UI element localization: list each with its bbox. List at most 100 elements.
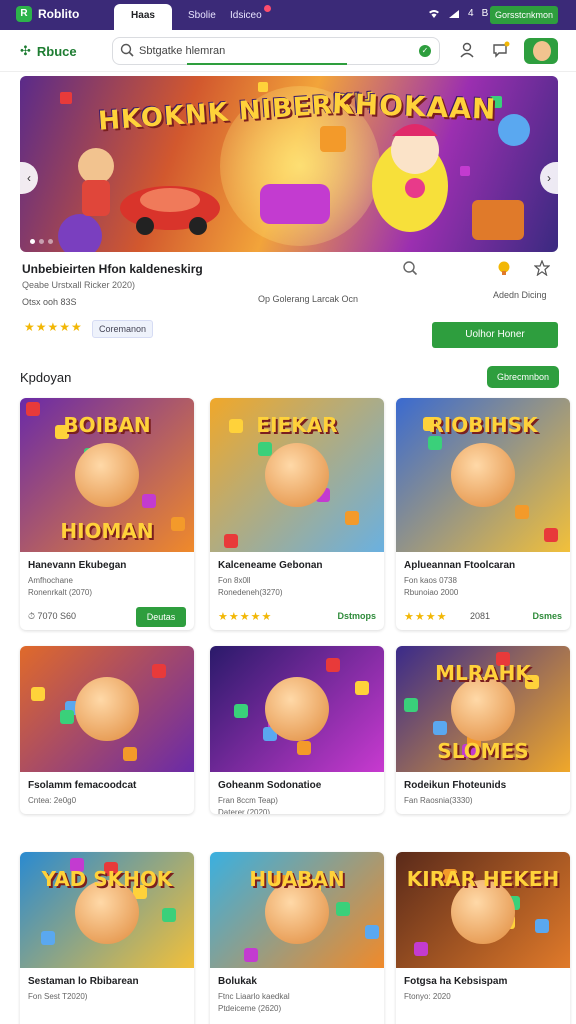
cube-decoration <box>544 528 558 542</box>
game-card[interactable]: BOIBAN HIOMAN Hanevann Ekubegan Amfhochane R… <box>20 398 194 630</box>
game-title[interactable]: Fsolamm femacoodcat <box>28 780 136 791</box>
game-thumbnail[interactable]: RIOBIHSK <box>396 398 570 552</box>
game-card[interactable]: Goheanm Sodonatioe Fran 8ccm Teap) Daterer… <box>210 646 384 814</box>
brand[interactable]: R Roblito <box>16 6 79 22</box>
featured-meta: Otsx ooh 83S <box>22 297 77 307</box>
avatar[interactable] <box>524 38 558 64</box>
badge-icon[interactable] <box>496 260 512 276</box>
check-icon[interactable]: ✓ <box>419 45 431 57</box>
game-subtitle: Fran 8ccm Teap) <box>218 796 278 805</box>
cube-decoration <box>297 741 311 755</box>
game-title[interactable]: Kalceneame Gebonan <box>218 560 322 571</box>
game-thumbnail[interactable] <box>20 646 194 772</box>
game-action-button[interactable]: Deutas <box>136 607 186 627</box>
section-title: Kpdoyan <box>20 370 72 385</box>
game-action-link[interactable]: Dsmes <box>532 611 562 621</box>
character-art <box>75 677 139 741</box>
status-indicators: 4 B <box>428 8 488 19</box>
signal-icon <box>449 9 459 18</box>
notification-dot-icon <box>263 5 271 12</box>
game-thumbnail[interactable]: MLRAHK SLOMES <box>396 646 570 772</box>
featured-right-top: Adedn <box>493 290 520 300</box>
game-card[interactable]: Fsolamm femacoodcatCntea: 2e0g0⏱ 20 ano … <box>20 646 194 814</box>
game-subtitle-secondary: Rbunoiao 2000 <box>404 588 459 597</box>
tab-third-label: Idsiceo <box>230 10 262 21</box>
cube-decoration <box>404 698 418 712</box>
game-card[interactable]: YAD SKHOK Sestaman lo Rbibarean Fon Sest T… <box>20 852 194 1024</box>
cube-decoration <box>31 687 45 701</box>
thumbnail-title-bottom: HIOMAN <box>60 519 154 543</box>
search-icon <box>120 43 134 57</box>
game-thumbnail[interactable]: EIEKAR <box>210 398 384 552</box>
game-card[interactable]: EIEKAR Kalceneame Gebonan Fon 8x0ll Roneden… <box>210 398 384 630</box>
install-button[interactable]: Gorsstcnkmon <box>490 6 558 24</box>
game-thumbnail[interactable] <box>210 646 384 772</box>
game-title[interactable]: Aplueannan Ftoolcaran <box>404 560 515 571</box>
game-subtitle: Amfhochane <box>28 576 73 585</box>
featured-subtitle: Qeabe Urstxall Ricker 2020) <box>22 280 136 290</box>
cube-decoration <box>60 710 74 724</box>
thumbnail-title-top: BOIBAN <box>63 413 151 437</box>
game-thumbnail[interactable]: HUABAN <box>210 852 384 968</box>
tab-third[interactable]: Idsiceo <box>220 4 281 30</box>
character-art <box>265 443 329 507</box>
brand-logo-icon: R <box>16 6 32 22</box>
cube-decoration <box>258 442 272 456</box>
game-subtitle: Cntea: 2e0g0 <box>28 796 77 805</box>
featured-rating: ★★★★★ <box>24 320 83 334</box>
section-button[interactable]: Gbrecmnbon <box>487 366 559 388</box>
game-title[interactable]: Hanevann Ekubegan <box>28 560 126 571</box>
game-title[interactable]: Fotgsa ha Kebsispam <box>404 976 507 987</box>
game-title[interactable]: Sestaman lo Rbibarean <box>28 976 139 987</box>
search-icon[interactable] <box>402 260 418 276</box>
game-thumbnail[interactable]: KIRAR HEKEH <box>396 852 570 968</box>
search-bar[interactable]: ✓ <box>112 37 440 65</box>
featured-right-bottom: Dicing <box>521 290 547 300</box>
clock-icon: ⏱ <box>28 611 38 621</box>
search-input[interactable] <box>139 42 399 60</box>
hero-banner[interactable]: HKOKNK NIBERRH KHOKAAN ‹ › <box>20 76 558 252</box>
tab-second[interactable]: Sbolie <box>178 4 226 30</box>
thumbnail-title-top: HUABAN <box>249 867 345 891</box>
brand-name: Roblito <box>38 7 80 21</box>
character-art <box>75 443 139 507</box>
cube-decoration <box>142 494 156 508</box>
user-icon[interactable] <box>458 41 476 59</box>
chat-icon[interactable] <box>492 41 510 59</box>
game-thumbnail[interactable]: BOIBAN HIOMAN <box>20 398 194 552</box>
game-card[interactable]: KIRAR HEKEH Fotgsa ha Kebsispam Ftonyo: 20… <box>396 852 570 1024</box>
thumbnail-title-top: EIEKAR <box>256 413 338 437</box>
featured-tag[interactable]: Coremanon <box>92 320 154 338</box>
featured-action-button[interactable]: Uolhor Honer <box>432 322 558 348</box>
star-outline-icon[interactable] <box>534 260 550 276</box>
cube-decoration <box>41 931 55 945</box>
cube-decoration <box>162 908 176 922</box>
thumbnail-title-top: MLRAHK <box>435 661 531 685</box>
game-title[interactable]: Rodeikun Fhoteunids <box>404 780 506 791</box>
game-rating: ★★★★★ <box>218 611 273 623</box>
game-subtitle: Ftonyo: 2020 <box>404 992 451 1001</box>
cube-decoration <box>234 704 248 718</box>
cube-decoration <box>123 747 137 761</box>
avatar-face <box>533 41 551 61</box>
cube-decoration <box>244 948 258 962</box>
character-art <box>451 677 515 741</box>
thumbnail-title-bottom: SLOMES <box>437 739 529 763</box>
game-subtitle: Fan Raosnia(3330) <box>404 796 473 805</box>
home-link[interactable]: ✣ Rbuce <box>20 43 77 59</box>
game-title[interactable]: Bolukak <box>218 976 257 987</box>
game-card[interactable]: RIOBIHSK Aplueannan Ftoolcaran Fon kaos 07… <box>396 398 570 630</box>
game-meta: ⏱ 7070 S60 <box>28 611 76 622</box>
game-subtitle: Fon kaos 0738 <box>404 576 457 585</box>
game-title[interactable]: Goheanm Sodonatioe <box>218 780 321 791</box>
game-card[interactable]: HUABAN Bolukak Ftnc Liaarlo kaedkal Ptdeice… <box>210 852 384 1024</box>
cube-decoration <box>414 942 428 956</box>
tab-home[interactable]: Haas <box>114 4 172 30</box>
home-icon: ✣ <box>20 43 31 58</box>
game-meta: 2081 <box>470 611 491 621</box>
game-card[interactable]: MLRAHK SLOMES Rodeikun Fhoteunids Fan Raosn… <box>396 646 570 814</box>
game-action-link[interactable]: Dstmops <box>337 611 376 621</box>
game-thumbnail[interactable]: YAD SKHOK <box>20 852 194 968</box>
carousel-dots <box>30 239 53 244</box>
cube-decoration <box>355 681 369 695</box>
